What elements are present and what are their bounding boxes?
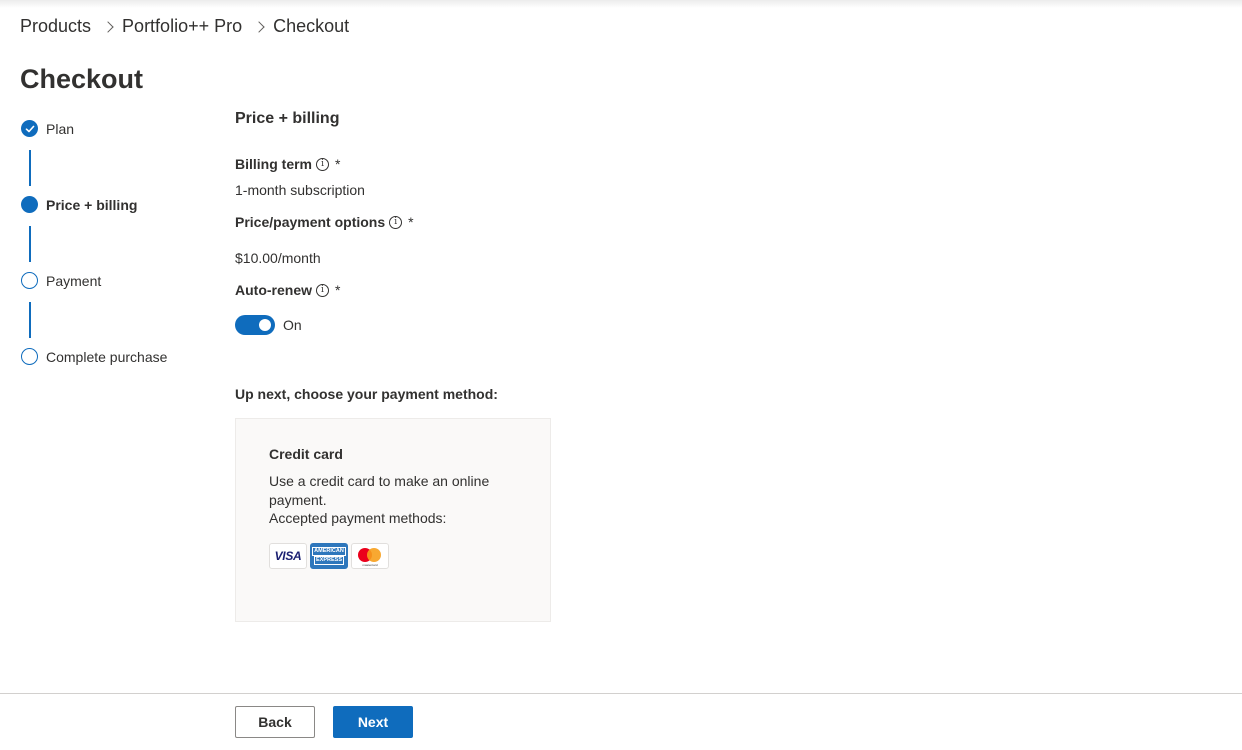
up-next-text: Up next, choose your payment method: [235, 386, 498, 402]
step-connector [29, 226, 31, 262]
breadcrumb-checkout: Checkout [273, 16, 350, 36]
page-title: Checkout [20, 64, 144, 94]
billing-term-label: Billing term i * [235, 156, 340, 172]
billing-term-value: 1-month subscription [235, 182, 365, 198]
top-shadow [0, 0, 1242, 8]
visa-logo-icon: VISA [269, 543, 307, 569]
step-label: Plan [46, 120, 75, 137]
price-options-label: Price/payment options i * [235, 214, 414, 230]
step-label: Complete purchase [46, 348, 168, 365]
breadcrumb: Products Portfolio++ Pro Checkout [20, 16, 349, 37]
auto-renew-label-text: Auto-renew [235, 282, 312, 298]
footer-divider [0, 693, 1242, 694]
empty-circle-icon [21, 272, 38, 289]
chevron-right-icon [102, 20, 114, 33]
payment-logos: VISA AMERICAN EXPRESS mastercard [269, 543, 389, 569]
amex-logo-icon: AMERICAN EXPRESS [310, 543, 348, 569]
mastercard-logo-icon: mastercard [351, 543, 389, 569]
checkmark-icon [21, 120, 38, 137]
info-icon[interactable]: i [316, 157, 330, 171]
amex-logo-text-1: AMERICAN [312, 547, 346, 556]
auto-renew-label: Auto-renew i * [235, 282, 340, 298]
next-button[interactable]: Next [333, 706, 413, 738]
mastercard-logo-text: mastercard [362, 563, 378, 567]
billing-term-label-text: Billing term [235, 156, 313, 172]
accepted-methods-text: Accepted payment methods: [269, 510, 447, 526]
step-label: Payment [46, 272, 102, 289]
breadcrumb-product[interactable]: Portfolio++ Pro [122, 16, 242, 37]
card-title: Credit card [269, 446, 343, 462]
amex-logo-text-2: EXPRESS [314, 556, 344, 565]
current-step-icon [21, 196, 38, 213]
breadcrumb-products[interactable]: Products [20, 16, 91, 37]
info-icon[interactable]: i [389, 215, 403, 229]
step-connector [29, 302, 31, 338]
toggle-knob [259, 319, 271, 331]
step-plan[interactable]: Plan [21, 120, 74, 137]
step-price-billing[interactable]: Price + billing [21, 196, 137, 213]
step-connector [29, 150, 31, 186]
auto-renew-state: On [283, 317, 302, 333]
step-complete-purchase[interactable]: Complete purchase [21, 348, 167, 365]
step-label: Price + billing [46, 196, 138, 213]
info-icon[interactable]: i [316, 283, 329, 297]
card-description: Use a credit card to make an online paym… [269, 473, 490, 508]
price-options-label-text: Price/payment options [235, 214, 386, 230]
credit-card-option[interactable]: Credit card Use a credit card to make an… [235, 418, 551, 622]
required-mark: * [335, 282, 341, 298]
price-options-value: $10.00/month [235, 250, 321, 266]
chevron-right-icon [253, 20, 265, 33]
visa-logo-text: VISA [274, 549, 302, 563]
section-title: Price + billing [235, 110, 340, 127]
empty-circle-icon [21, 348, 38, 365]
back-button[interactable]: Back [235, 706, 315, 738]
step-payment[interactable]: Payment [21, 272, 101, 289]
required-mark: * [408, 214, 414, 230]
mastercard-circle-orange [367, 548, 381, 562]
required-mark: * [335, 156, 341, 172]
auto-renew-row: On [235, 315, 302, 335]
auto-renew-toggle[interactable] [235, 315, 275, 335]
